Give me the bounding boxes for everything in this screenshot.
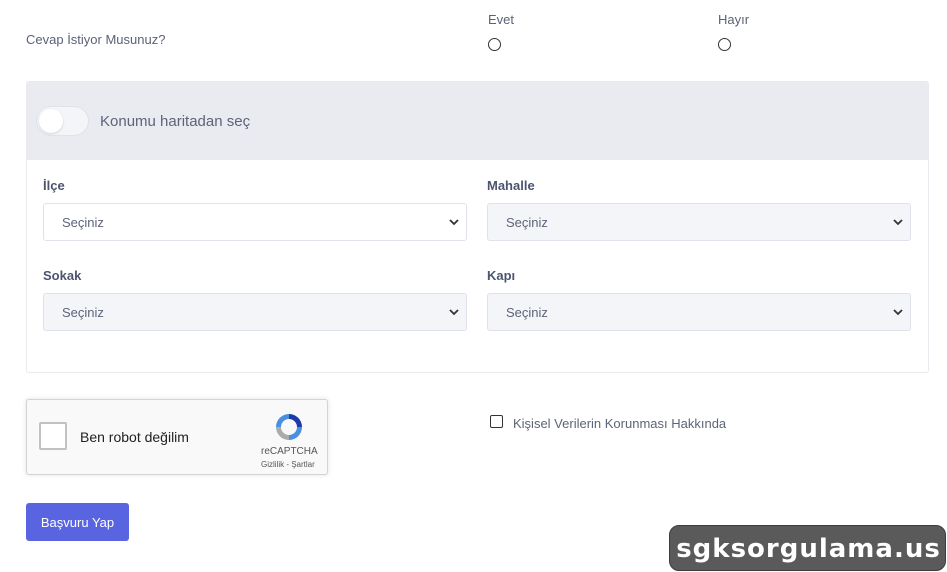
kapi-field: Kapı Seçiniz (487, 268, 911, 331)
radio-option-hayir[interactable]: Hayır (718, 12, 749, 51)
kvkk-checkbox[interactable] (490, 415, 503, 428)
sokak-select-value: Seçiniz (62, 305, 104, 320)
chevron-down-icon (893, 309, 903, 316)
chevron-down-icon (893, 219, 903, 226)
radio-option-evet[interactable]: Evet (488, 12, 514, 51)
sokak-select[interactable]: Seçiniz (43, 293, 467, 331)
recaptcha-widget: Ben robot değilim reCAPTCHA Gizlilik - Ş… (26, 399, 328, 475)
kapi-select[interactable]: Seçiniz (487, 293, 911, 331)
mahalle-label: Mahalle (487, 178, 535, 193)
mahalle-field: Mahalle Seçiniz (487, 178, 911, 241)
recaptcha-label: Ben robot değilim (80, 429, 189, 445)
reply-question-row: Cevap İstiyor Musunuz? Evet Hayır (0, 0, 947, 70)
location-panel-header: Konumu haritadan seç (27, 82, 928, 160)
ilce-select-value: Seçiniz (62, 215, 104, 230)
ilce-label: İlçe (43, 178, 65, 193)
location-panel: Konumu haritadan seç İlçe Seçiniz Mahall… (26, 81, 929, 373)
chevron-down-icon (449, 309, 459, 316)
radio-label-evet: Evet (488, 12, 515, 27)
ilce-select[interactable]: Seçiniz (43, 203, 467, 241)
recaptcha-logo-icon (276, 414, 302, 440)
radio-label-hayir: Hayır (718, 12, 750, 27)
recaptcha-terms-link[interactable]: Şartlar (291, 460, 315, 469)
mahalle-select-value: Seçiniz (506, 215, 548, 230)
recaptcha-terms-row: Gizlilik - Şartlar (261, 460, 315, 469)
reply-question-label: Cevap İstiyor Musunuz? (26, 32, 166, 47)
radio-evet[interactable] (488, 38, 501, 51)
kapi-label: Kapı (487, 268, 516, 283)
sokak-field: Sokak Seçiniz (43, 268, 467, 331)
submit-application-button[interactable]: Başvuru Yap (26, 503, 129, 541)
watermark: sgksorgulama.us (669, 525, 946, 571)
ilce-field: İlçe Seçiniz (43, 178, 467, 241)
mahalle-select[interactable]: Seçiniz (487, 203, 911, 241)
kapi-select-value: Seçiniz (506, 305, 548, 320)
map-location-toggle-label: Konumu haritadan seç (100, 113, 251, 130)
radio-hayir[interactable] (718, 38, 731, 51)
toggle-knob (39, 109, 63, 133)
recaptcha-privacy-link[interactable]: Gizlilik (261, 460, 284, 469)
watermark-text: sgksorgulama.us (676, 534, 941, 564)
kvkk-label[interactable]: Kişisel Verilerin Korunması Hakkında (513, 416, 726, 431)
recaptcha-checkbox[interactable] (39, 422, 67, 450)
sokak-label: Sokak (43, 268, 82, 283)
recaptcha-brand: reCAPTCHA (261, 446, 318, 457)
chevron-down-icon (449, 219, 459, 226)
map-location-toggle[interactable] (36, 106, 89, 136)
